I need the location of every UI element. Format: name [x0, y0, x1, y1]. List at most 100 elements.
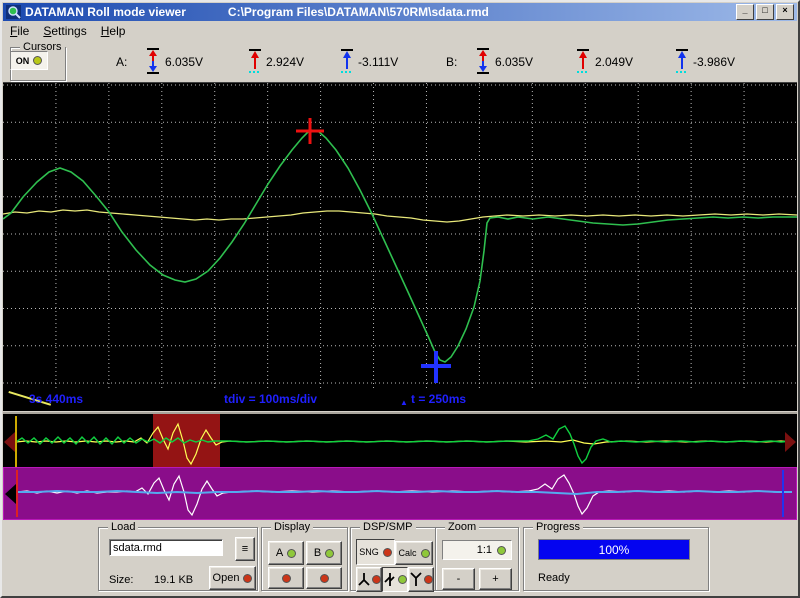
zoom-ratio-field: 1:1: [442, 540, 512, 560]
position-marker-left[interactable]: [15, 416, 17, 467]
display-group: Display A B: [261, 527, 348, 591]
zoom-in-label: +: [492, 573, 498, 585]
overview-yellow-trace: [16, 424, 791, 464]
overview-green-trace: [16, 426, 791, 463]
overview-top-canvas: [16, 414, 791, 469]
calc-button[interactable]: Calc: [395, 541, 433, 565]
trigger-mode3-led-icon: [424, 575, 433, 584]
scroll-left-arrow-icon[interactable]: [5, 484, 16, 504]
trigger-mode1-led-icon: [372, 575, 381, 584]
zoom-led-icon: [497, 546, 506, 555]
min-cursor-icon: [340, 47, 354, 75]
menu-help[interactable]: Help: [94, 22, 133, 40]
trigger-mode1-button[interactable]: [356, 567, 382, 592]
cursors-toolbar: Cursors ON A: 6.035V 2.924V -3.111V B:: [3, 41, 797, 83]
peak-to-peak-icon: [146, 47, 160, 75]
calc-button-label: Calc: [398, 548, 416, 558]
cursor-b-marker[interactable]: [782, 470, 784, 517]
display-group-label: Display: [271, 521, 313, 533]
edge-mark-icon: [383, 572, 398, 587]
scope-yellow-trace: [3, 210, 797, 222]
cursor-a-marker[interactable]: [16, 470, 18, 517]
scope-green-trace: [3, 130, 797, 362]
title-bar[interactable]: DATAMAN Roll mode viewer C:\Program File…: [3, 3, 797, 21]
open-led-icon: [243, 574, 252, 583]
minimize-button[interactable]: _: [736, 4, 754, 20]
peak-to-peak-icon: [476, 47, 490, 75]
b-max-value: 2.049V: [595, 55, 633, 69]
open-button-label: Open: [213, 572, 240, 584]
zoom-in-button[interactable]: +: [479, 568, 512, 590]
cursors-on-led-icon: [33, 56, 42, 65]
max-cursor-icon: [248, 47, 262, 75]
y-mark-icon: [409, 572, 424, 587]
menu-bar: File Settings Help: [3, 21, 797, 41]
b-peak-to-peak-value: 6.035V: [495, 55, 533, 69]
trigger-mode2-led-icon: [398, 575, 407, 584]
a-min-value: -3.111V: [358, 55, 398, 69]
menu-settings[interactable]: Settings: [36, 22, 93, 40]
load-group-label: Load: [108, 521, 138, 533]
scope-grid: [3, 83, 797, 389]
overview-cyan-trace: [17, 491, 792, 494]
window-title: DATAMAN Roll mode viewer: [25, 5, 186, 19]
display-aux1-button[interactable]: [268, 567, 304, 589]
zoom-out-label: -: [457, 573, 461, 585]
scroll-left-arrow-icon[interactable]: [4, 432, 15, 452]
a-max-value: 2.924V: [266, 55, 304, 69]
app-window: DATAMAN Roll mode viewer C:\Program File…: [0, 0, 800, 598]
scroll-right-arrow-icon[interactable]: [785, 432, 796, 452]
a-peak-to-peak-value: 6.035V: [165, 55, 203, 69]
progress-group-label: Progress: [533, 521, 583, 533]
display-b-button[interactable]: B: [306, 541, 342, 565]
overview-white-trace: [17, 475, 792, 515]
trigger-mode2-button[interactable]: [382, 567, 408, 592]
trigger-mode3-button[interactable]: [408, 567, 434, 592]
zoom-group: Zoom 1:1 - +: [435, 527, 519, 591]
min-cursor-icon: [675, 47, 689, 75]
display-a-button[interactable]: A: [268, 541, 304, 565]
overview-strip-bottom[interactable]: [3, 467, 797, 520]
progress-group: Progress 100% Ready: [523, 527, 709, 591]
inverted-y-icon: [357, 572, 372, 587]
progress-bar: 100%: [538, 539, 690, 560]
size-value: 19.1 KB: [154, 574, 193, 586]
delta-icon: ▲: [400, 398, 408, 407]
channel-b-label: B:: [446, 55, 457, 69]
file-list-button[interactable]: ≡: [235, 537, 255, 561]
close-button[interactable]: ×: [776, 4, 794, 20]
filename-input[interactable]: [109, 539, 223, 556]
calc-led-icon: [421, 549, 430, 558]
progress-percent: 100%: [599, 543, 630, 557]
open-button[interactable]: Open: [209, 566, 256, 590]
scope-display[interactable]: 3s 440ms tdiv = 100ms/div ▲ t = 250ms: [3, 82, 797, 411]
cursor-b-cross[interactable]: [421, 351, 451, 383]
cursors-on-label: ON: [16, 56, 30, 66]
cursors-on-toggle[interactable]: ON: [10, 51, 48, 70]
display-b-label: B: [314, 547, 321, 559]
scope-canvas: [3, 83, 797, 389]
display-aux2-button[interactable]: [306, 567, 342, 589]
time-position: 3s 440ms: [29, 392, 83, 406]
load-group: Load ≡ Size: 19.1 KB Open: [98, 527, 258, 591]
scope-status-bar: 3s 440ms tdiv = 100ms/div ▲ t = 250ms: [3, 389, 797, 411]
dsp-smp-group: DSP/SMP SNG Calc: [350, 527, 436, 591]
window-title-path: C:\Program Files\DATAMAN\570RM\sdata.rmd: [228, 5, 489, 19]
dsp-smp-group-label: DSP/SMP: [360, 521, 416, 533]
control-panel: Load ≡ Size: 19.1 KB Open Display A B: [3, 520, 797, 597]
zoom-out-button[interactable]: -: [442, 568, 475, 590]
menu-file[interactable]: File: [3, 22, 36, 40]
status-text: Ready: [538, 572, 570, 584]
sng-button-label: SNG: [359, 547, 379, 557]
overview-strip-top[interactable]: [3, 412, 797, 469]
app-magnifier-icon: [6, 5, 22, 19]
display-aux1-led-icon: [282, 574, 291, 583]
channel-a-label: A:: [116, 55, 127, 69]
sng-button[interactable]: SNG: [356, 539, 395, 565]
display-b-led-icon: [325, 549, 334, 558]
timebase-readout: tdiv = 100ms/div: [224, 392, 317, 406]
zoom-ratio-value: 1:1: [477, 544, 492, 556]
display-a-led-icon: [287, 549, 296, 558]
maximize-button[interactable]: □: [756, 4, 774, 20]
max-cursor-icon: [576, 47, 590, 75]
